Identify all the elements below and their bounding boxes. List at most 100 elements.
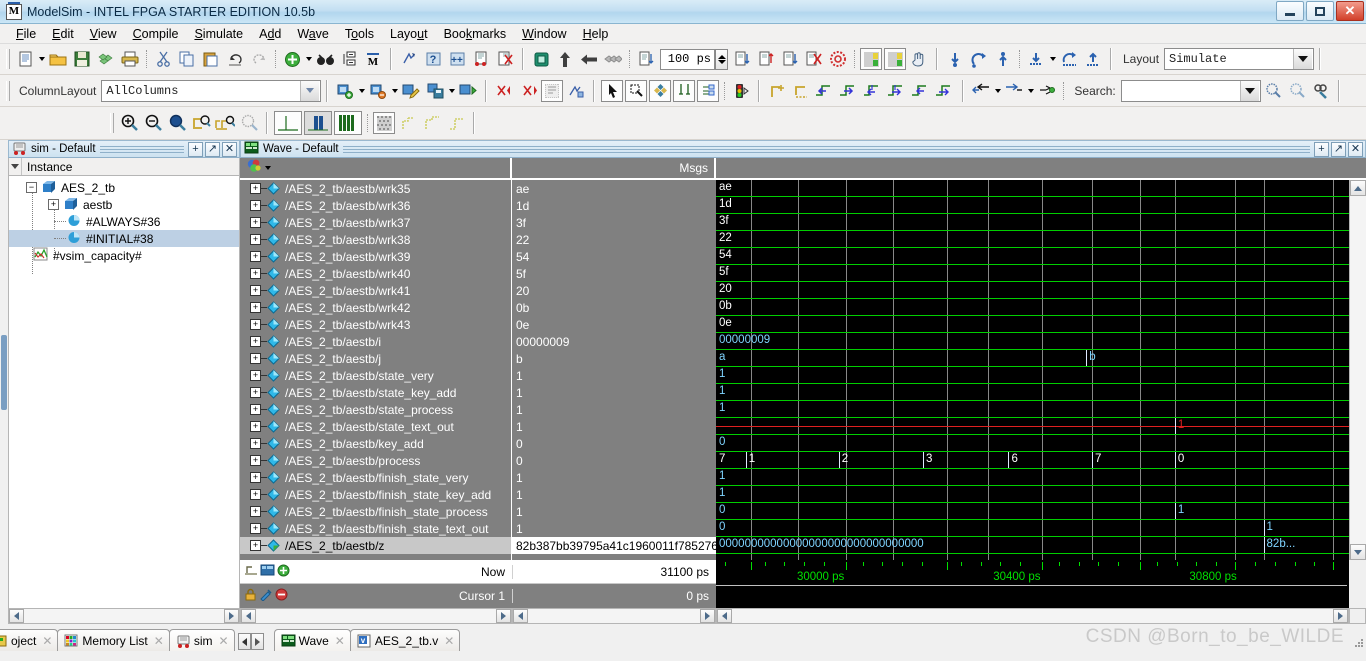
signal-value[interactable]: 0: [512, 435, 716, 452]
left-dock-strip[interactable]: [0, 140, 8, 624]
expander-icon[interactable]: +: [250, 404, 261, 415]
expander-icon[interactable]: +: [250, 438, 261, 449]
signal-name-column[interactable]: + /AES_2_tb/aestb/wrk35 + /AES_2_tb/aestb/w…: [240, 180, 512, 560]
waveform-trace[interactable]: 1: [716, 367, 1349, 384]
signal-value[interactable]: 1: [512, 503, 716, 520]
scroll-track[interactable]: [732, 609, 1333, 623]
signal-value[interactable]: 54: [512, 248, 716, 265]
tab-memory-list[interactable]: Memory List ✕: [57, 629, 170, 651]
sim-horizontal-scrollbar[interactable]: [8, 608, 240, 624]
expander-icon[interactable]: +: [250, 421, 261, 432]
waveform-trace[interactable]: 3f: [716, 214, 1349, 231]
signal-row[interactable]: + /AES_2_tb/aestb/wrk38: [240, 231, 511, 248]
expander-icon[interactable]: +: [250, 489, 261, 500]
now-marker-icon[interactable]: [244, 564, 258, 580]
scroll-left-button[interactable]: [241, 609, 256, 623]
waveform-trace[interactable]: 1d: [716, 197, 1349, 214]
sim-column-header[interactable]: Instance: [8, 158, 240, 176]
expander-icon[interactable]: +: [250, 217, 261, 228]
expander-icon[interactable]: +: [250, 540, 261, 551]
compile-icon[interactable]: [398, 48, 420, 70]
waveform-trace[interactable]: 0e: [716, 316, 1349, 333]
scroll-left-button[interactable]: [513, 609, 528, 623]
new-file-icon[interactable]: [14, 48, 36, 70]
scroll-down-button[interactable]: [1350, 544, 1366, 560]
signal-row[interactable]: + /AES_2_tb/aestb/finish_state_process: [240, 503, 511, 520]
signal-row[interactable]: + /AES_2_tb/aestb/z: [240, 537, 511, 554]
tree-row-always36[interactable]: #ALWAYS#36: [9, 213, 239, 230]
wave-edit-icon[interactable]: [400, 80, 422, 102]
menu-edit[interactable]: Edit: [44, 26, 82, 42]
add-dropdown-icon[interactable]: [304, 48, 313, 70]
signal-value[interactable]: ae: [512, 180, 716, 197]
tab-next-button[interactable]: [250, 633, 264, 650]
config-icon[interactable]: [697, 79, 720, 102]
signal-row[interactable]: + /AES_2_tb/aestb/finish_state_text_out: [240, 520, 511, 537]
name-hscrollbar[interactable]: [240, 608, 512, 624]
cursor-row[interactable]: Cursor 1 0 ps: [240, 584, 716, 608]
resize-grip[interactable]: [1352, 637, 1364, 649]
signal-row[interactable]: + /AES_2_tb/aestb/state_process: [240, 401, 511, 418]
new-file-dropdown-icon[interactable]: [37, 48, 46, 70]
sort-dropdown-icon[interactable]: [9, 158, 22, 175]
expand-all-icon[interactable]: [1036, 80, 1058, 102]
sim-instance-tree[interactable]: − AES_2_tb + aestb #ALWAYS#36 #INITIAL#3…: [8, 176, 240, 608]
signal-row[interactable]: + /AES_2_tb/aestb/wrk42: [240, 299, 511, 316]
wave-add-icon[interactable]: [334, 80, 356, 102]
signal-value[interactable]: 1: [512, 384, 716, 401]
scroll-track[interactable]: [1350, 196, 1366, 544]
add-pane-icon[interactable]: +: [188, 141, 203, 157]
undo-icon[interactable]: [224, 48, 246, 70]
tab-aes-2-tb-v[interactable]: v AES_2_tb.v ✕: [349, 629, 461, 651]
waveform-trace[interactable]: 1: [716, 418, 1349, 435]
menu-simulate[interactable]: Simulate: [186, 26, 251, 42]
edit-cursor-icon[interactable]: [259, 588, 273, 604]
search-combobox[interactable]: [1120, 79, 1261, 102]
run-length-spin-buttons[interactable]: [715, 48, 728, 70]
signal-row[interactable]: + /AES_2_tb/aestb/i: [240, 333, 511, 350]
find-prev-transition-icon[interactable]: [814, 80, 836, 102]
find-icon[interactable]: [314, 48, 336, 70]
waveform-trace[interactable]: 01: [716, 520, 1349, 537]
zoom-range-icon[interactable]: [214, 112, 236, 134]
zoom-out-icon[interactable]: [142, 112, 164, 134]
zoom-cursor-icon[interactable]: [190, 112, 212, 134]
wave-remove-dropdown-icon[interactable]: [390, 80, 399, 102]
tab-close-icon[interactable]: ✕: [444, 634, 454, 648]
expander-icon[interactable]: +: [250, 523, 261, 534]
grid-icon[interactable]: [565, 80, 587, 102]
step-down-icon[interactable]: [1025, 48, 1047, 70]
signal-value[interactable]: 1: [512, 401, 716, 418]
waveform-trace[interactable]: 00000000000000000000000000000000 82b...: [716, 537, 1349, 554]
expand-left-dropdown-icon[interactable]: [993, 80, 1002, 102]
signal-row[interactable]: + /AES_2_tb/aestb/wrk40: [240, 265, 511, 282]
menu-add[interactable]: Add: [251, 26, 289, 42]
menu-window[interactable]: Window: [514, 26, 574, 42]
columnlayout-combobox[interactable]: [101, 79, 322, 102]
cursor-mode-icon[interactable]: [673, 79, 696, 102]
coverage2-icon[interactable]: [884, 48, 906, 70]
add-icon[interactable]: [281, 48, 303, 70]
signal-value-column[interactable]: ae 1d 3f 22 54 5f 20 0b 0e 00000009 b 1 1 1 1 0 0 1 1 1 1 82b…: [512, 180, 716, 560]
expand-right-dropdown-icon[interactable]: [1026, 80, 1035, 102]
expander-icon[interactable]: +: [250, 183, 261, 194]
waveform-trace[interactable]: 00000009: [716, 333, 1349, 350]
expander-icon[interactable]: +: [250, 319, 261, 330]
collapse-expand-icon[interactable]: [338, 48, 360, 70]
signal-row[interactable]: + /AES_2_tb/aestb/key_add: [240, 435, 511, 452]
signal-row[interactable]: + /AES_2_tb/aestb/wrk36: [240, 197, 511, 214]
expander-icon[interactable]: +: [250, 234, 261, 245]
search-options-icon[interactable]: [1310, 80, 1332, 102]
paste-icon[interactable]: [200, 48, 222, 70]
expander-icon[interactable]: +: [250, 387, 261, 398]
wave-open-icon[interactable]: [457, 80, 479, 102]
tab-close-icon[interactable]: ✕: [219, 634, 229, 648]
sim-panel-drag-rule[interactable]: [99, 145, 184, 153]
waveform-trace[interactable]: 01: [716, 503, 1349, 520]
close-button[interactable]: ✕: [1336, 1, 1364, 21]
search-input[interactable]: [1121, 80, 1240, 101]
find-prev-falling-icon[interactable]: [862, 80, 884, 102]
compile-options-icon[interactable]: ?: [422, 48, 444, 70]
select-mode-icon[interactable]: [601, 79, 624, 102]
trace-next-icon[interactable]: [445, 112, 467, 134]
